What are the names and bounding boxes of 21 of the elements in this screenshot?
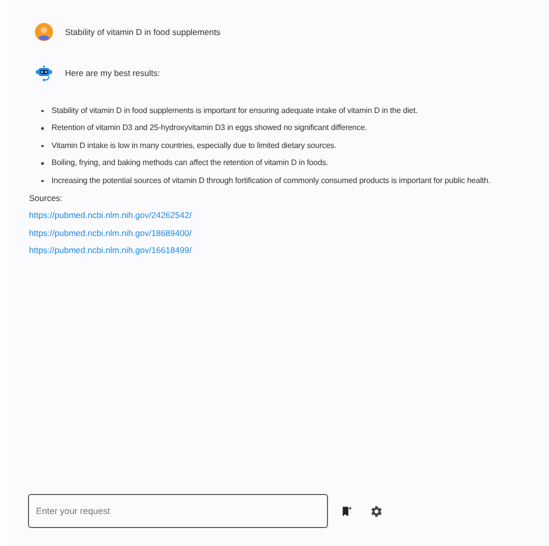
result-text: Increasing the potential sources of vitamin D through fortification of commonly consumed products is important for public health. <box>52 174 490 187</box>
bookmark-sparkle-icon <box>340 506 352 516</box>
robot-icon <box>35 64 53 82</box>
bullet-icon <box>41 110 44 112</box>
source-link[interactable]: https://pubmed.ncbi.nlm.nih.gov/24262542/ <box>29 207 192 224</box>
result-text: Vitamin D intake is low in many countries, especially due to limited dietary sources. <box>52 140 336 152</box>
sources-label: Sources: <box>29 192 63 204</box>
bullet-icon <box>41 144 44 147</box>
settings-icon <box>370 504 382 518</box>
result-text: Retention of vitamin D3 and 25-hydroxyvitamin D3 in eggs showed no significant difference. <box>52 122 367 134</box>
source-link[interactable]: https://pubmed.ncbi.nlm.nih.gov/18689400/ <box>29 224 192 242</box>
bullet-icon <box>41 180 44 182</box>
bullet-icon <box>41 127 44 130</box>
message-text: Stability of vitamin D in food supplements <box>65 26 220 38</box>
result-text: Boiling, frying, and baking methods can affect the retention of vitamin D in foods. <box>52 157 328 170</box>
request-input[interactable]: Enter your request <box>28 494 328 528</box>
bullet-icon <box>41 162 44 164</box>
user-avatar-icon <box>35 23 53 41</box>
result-text: Stability of vitamin D in food supplements is important for ensuring adequate intake of vitamin D in the diet. <box>52 104 418 117</box>
message-text: Here are my best results: <box>65 66 160 80</box>
source-link[interactable]: https://pubmed.ncbi.nlm.nih.gov/16618499/ <box>29 242 192 260</box>
